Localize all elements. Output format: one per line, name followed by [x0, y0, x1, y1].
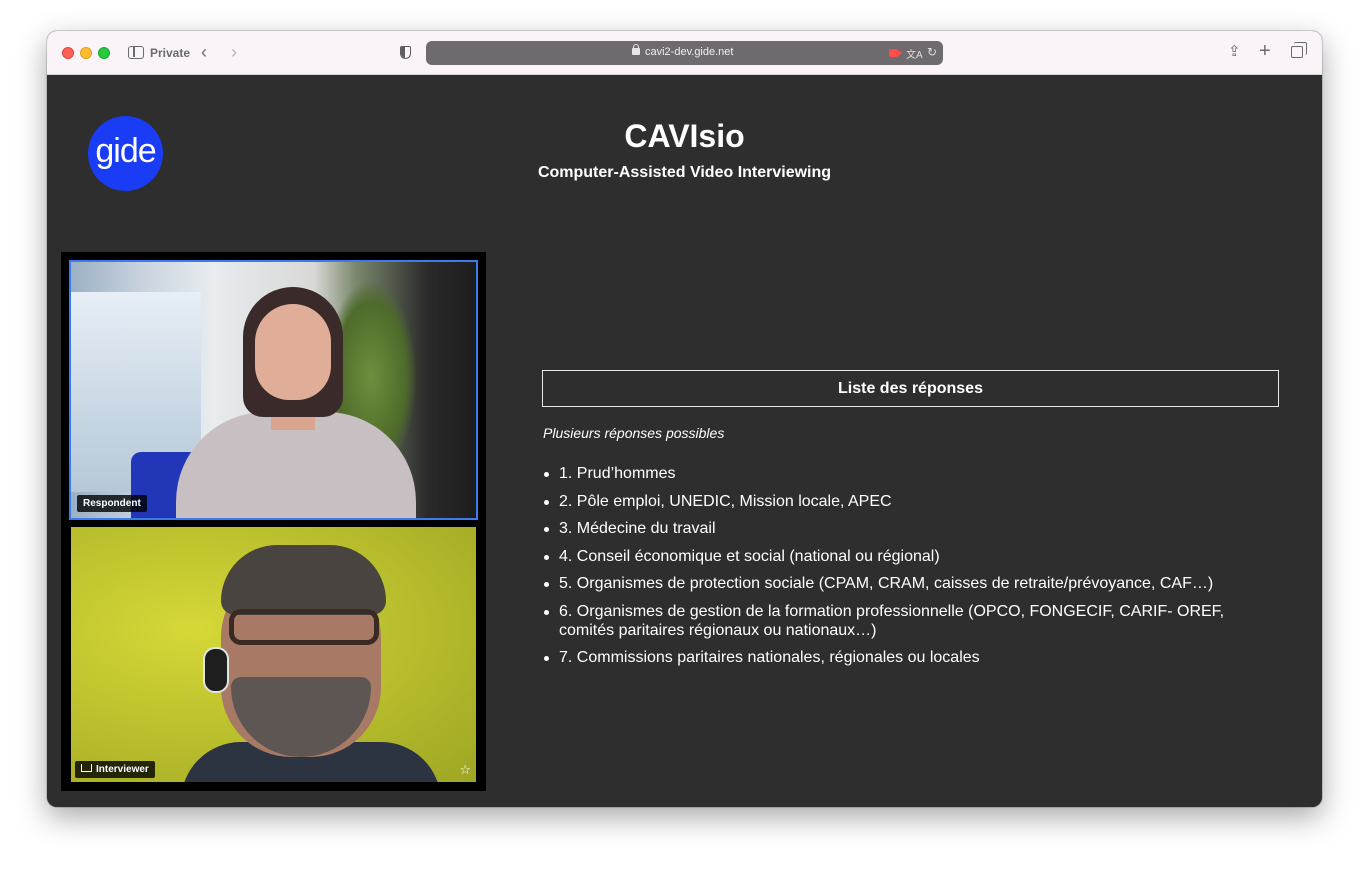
answer-item: 1. Prud’hommes — [544, 464, 1279, 483]
share-icon[interactable]: ⇪ — [1228, 42, 1241, 60]
answer-item: 6. Organismes de gestion de la formation… — [544, 602, 1279, 640]
interviewer-person-hair — [221, 545, 386, 615]
respondent-video-tile[interactable]: Respondent — [69, 260, 478, 520]
translate-icon[interactable]: 文A — [906, 46, 923, 61]
url-text[interactable]: cavi2-dev.gide.net — [645, 46, 733, 58]
page-subtitle: Computer-Assisted Video Interviewing — [537, 164, 832, 181]
answers-list: 1. Prud’hommes 2. Pôle emploi, UNEDIC, M… — [544, 464, 1279, 676]
interviewer-label-text: Interviewer — [96, 764, 149, 775]
respondent-video-feed — [71, 262, 476, 518]
interviewer-video-tile[interactable]: Interviewer ☆ — [71, 527, 476, 782]
answers-hint: Plusieurs réponses possibles — [543, 425, 725, 441]
interviewer-headset — [203, 647, 229, 693]
browser-window: Private ‹ › cavi2-dev.gide.net 文A ↻ ⇪ + … — [47, 31, 1322, 807]
browser-toolbar: Private ‹ › cavi2-dev.gide.net 文A ↻ ⇪ + — [47, 31, 1322, 75]
answer-item: 2. Pôle emploi, UNEDIC, Mission locale, … — [544, 492, 1279, 511]
address-bar[interactable]: cavi2-dev.gide.net 文A ↻ — [426, 41, 943, 65]
answer-item: 7. Commissions paritaires nationales, ré… — [544, 648, 1279, 667]
answer-item: 4. Conseil économique et social (nationa… — [544, 547, 1279, 566]
new-tab-icon[interactable]: + — [1259, 39, 1271, 63]
minimize-window-button[interactable] — [80, 47, 92, 59]
close-window-button[interactable] — [62, 47, 74, 59]
crown-icon — [81, 764, 92, 773]
interviewer-person-glasses — [229, 609, 379, 645]
forward-button[interactable]: › — [231, 42, 237, 62]
answer-item: 5. Organismes de protection sociale (CPA… — [544, 574, 1279, 593]
private-mode-label: Private — [150, 46, 191, 60]
respondent-label: Respondent — [77, 495, 147, 512]
answer-item: 3. Médecine du travail — [544, 519, 1279, 538]
interviewer-label: Interviewer — [75, 761, 155, 778]
camera-in-use-icon[interactable] — [889, 49, 902, 57]
sidebar-toggle-icon[interactable] — [128, 46, 144, 59]
star-icon[interactable]: ☆ — [459, 762, 471, 778]
zoom-window-button[interactable] — [98, 47, 110, 59]
page-content: gide CAVIsio Computer-Assisted Video Int… — [47, 75, 1322, 807]
privacy-shield-icon[interactable] — [400, 46, 411, 59]
video-panel: Respondent Interviewer ☆ — [61, 252, 486, 791]
back-button[interactable]: ‹ — [201, 42, 207, 62]
lock-icon — [632, 44, 640, 55]
reload-icon[interactable]: ↻ — [927, 45, 937, 59]
page-title: CAVIsio — [624, 118, 745, 154]
answers-list-header: Liste des réponses — [542, 370, 1279, 407]
interviewer-video-feed — [71, 527, 476, 782]
respondent-person-face — [255, 304, 331, 400]
tab-overview-icon[interactable] — [1291, 42, 1307, 58]
